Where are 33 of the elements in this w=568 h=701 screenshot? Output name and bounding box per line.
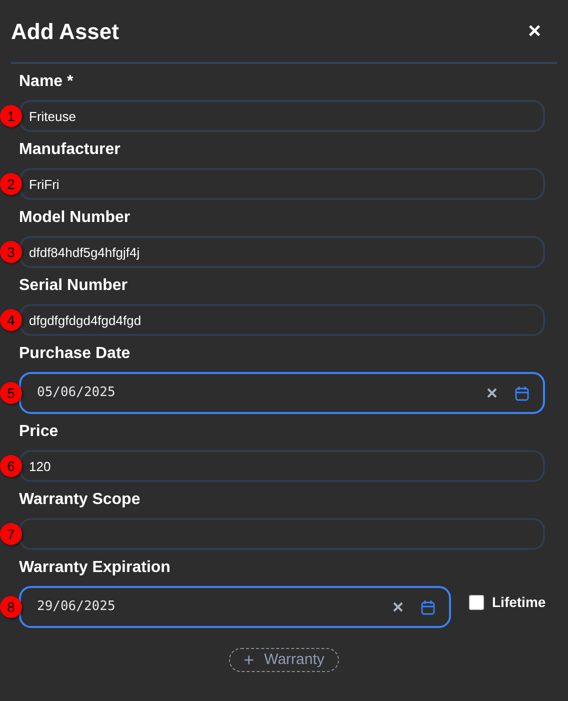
date-field[interactable]: 05/06/2025 xyxy=(19,372,545,414)
input-field[interactable] xyxy=(19,518,545,550)
input-field[interactable]: dfdf84hdf5g4hfgjf4j xyxy=(19,236,545,268)
field-label: Warranty Expiration xyxy=(19,558,172,578)
close-button[interactable]: × xyxy=(528,20,541,42)
clear-icon[interactable] xyxy=(393,602,403,612)
field-label: Serial Number xyxy=(19,276,128,296)
number-marker: 2 xyxy=(0,173,22,195)
calendar-icon[interactable] xyxy=(421,600,435,614)
field-label: Manufacturer xyxy=(19,140,122,160)
field-label: Name * xyxy=(19,72,74,92)
field-label: Purchase Date xyxy=(19,344,132,364)
field-label: Warranty Scope xyxy=(19,490,142,510)
input-field[interactable]: Friteuse xyxy=(19,100,545,132)
checkbox-label: Lifetime xyxy=(492,592,546,612)
number-marker: 4 xyxy=(0,309,22,331)
input-field[interactable]: FriFri xyxy=(19,168,545,200)
number-marker: 3 xyxy=(0,241,22,263)
add-warranty-button[interactable]: + Warranty xyxy=(228,648,340,672)
field-label: Price xyxy=(19,422,60,442)
number-marker: 5 xyxy=(0,382,22,404)
dialog-title: Add Asset xyxy=(11,18,119,46)
checkbox[interactable] xyxy=(469,594,484,610)
number-marker: 6 xyxy=(0,455,22,477)
number-marker: 7 xyxy=(0,523,22,545)
clear-icon[interactable] xyxy=(487,388,497,398)
input-field[interactable]: dfgdfgfdgd4fgd4fgd xyxy=(19,304,545,336)
number-marker: 1 xyxy=(0,105,22,127)
calendar-icon[interactable] xyxy=(515,386,529,400)
number-marker: 8 xyxy=(0,596,22,618)
input-field[interactable]: 120 xyxy=(19,450,545,482)
date-field[interactable]: 29/06/2025 xyxy=(19,586,451,628)
field-label: Model Number xyxy=(19,208,132,228)
